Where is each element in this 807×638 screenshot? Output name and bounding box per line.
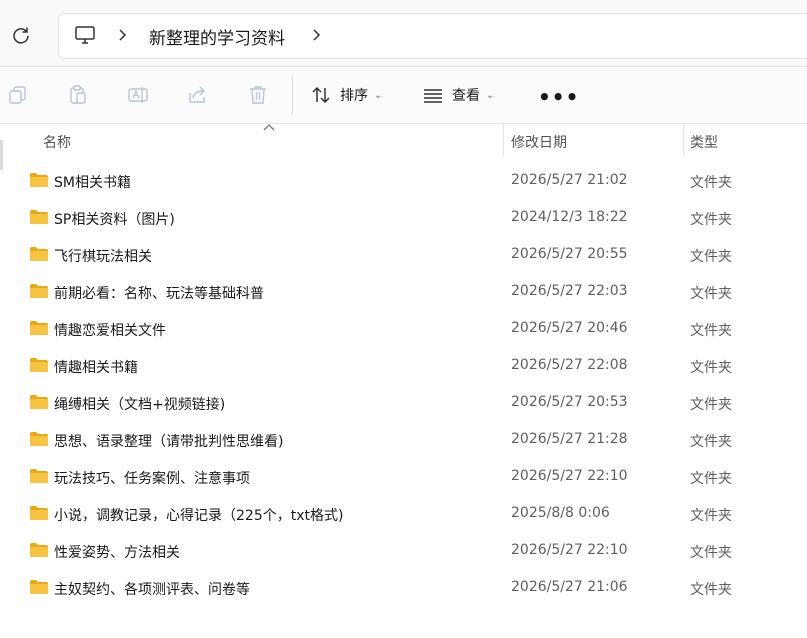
chevron-right-icon[interactable] — [117, 28, 129, 42]
delete-icon[interactable] — [247, 84, 269, 106]
file-name: 飞行棋玩法相关 — [54, 249, 152, 265]
this-pc-icon[interactable] — [74, 24, 96, 46]
date-modified: 2025/8/8 0:06 — [511, 505, 610, 521]
folder-icon — [30, 210, 48, 224]
file-name: 玩法技巧、任务案例、注意事项 — [54, 471, 250, 487]
list-item[interactable]: 思想、语录整理（请带批判性思维看) 2026/5/27 21:28 文件夹 — [0, 421, 807, 458]
date-modified: 2026/5/27 20:55 — [511, 246, 628, 262]
breadcrumb-folder[interactable]: 新整理的学习资料 — [149, 24, 285, 49]
folder-icon — [30, 395, 48, 409]
chevron-right-icon[interactable] — [311, 28, 323, 42]
view-list-icon — [424, 89, 442, 103]
date-modified: 2026/5/27 20:46 — [511, 320, 628, 336]
date-modified: 2026/5/27 22:03 — [511, 283, 628, 299]
file-name: 绳缚相关（文档+视频链接) — [54, 397, 226, 413]
file-type: 文件夹 — [690, 434, 732, 450]
column-date-modified[interactable]: 修改日期 — [511, 132, 567, 152]
list-item[interactable]: 性爱姿势、方法相关 2026/5/27 22:10 文件夹 — [0, 532, 807, 569]
folder-icon — [30, 173, 48, 187]
list-item[interactable]: 情趣相关书籍 2026/5/27 22:08 文件夹 — [0, 347, 807, 384]
file-type: 文件夹 — [690, 397, 732, 413]
date-modified: 2026/5/27 21:28 — [511, 431, 628, 447]
file-name: 性爱姿势、方法相关 — [54, 545, 180, 561]
folder-icon — [30, 469, 48, 483]
date-modified: 2026/5/27 22:10 — [511, 468, 628, 484]
file-name: 情趣恋爱相关文件 — [54, 323, 166, 339]
file-type: 文件夹 — [690, 360, 732, 376]
view-button[interactable]: 查看 ⌄ — [422, 79, 494, 111]
sort-ascending-icon — [263, 124, 275, 131]
column-type[interactable]: 类型 — [690, 132, 718, 152]
list-item[interactable]: 小说，调教记录，心得记录（225个，txt格式) 2025/8/8 0:06 文件夹 — [0, 495, 807, 532]
folder-icon — [30, 321, 48, 335]
sort-icon — [312, 86, 330, 104]
share-icon[interactable] — [187, 84, 209, 106]
list-item[interactable]: 玩法技巧、任务案例、注意事项 2026/5/27 22:10 文件夹 — [0, 458, 807, 495]
date-modified: 2026/5/27 21:06 — [511, 579, 628, 595]
column-divider[interactable] — [683, 124, 684, 156]
file-name: 思想、语录整理（请带批判性思维看) — [54, 434, 284, 450]
folder-icon — [30, 506, 48, 520]
file-type: 文件夹 — [690, 582, 732, 598]
file-name: SM相关书籍 — [54, 175, 131, 191]
folder-icon — [30, 543, 48, 557]
file-list: SM相关书籍 2026/5/27 21:02 文件夹 SP相关资料（图片) 2024/1… — [0, 162, 807, 606]
date-modified: 2026/5/27 21:02 — [511, 172, 628, 188]
file-type: 文件夹 — [690, 212, 732, 228]
sort-button[interactable]: 排序 ⌄ — [310, 79, 382, 111]
refresh-icon[interactable] — [11, 25, 31, 45]
toolbar-separator — [292, 75, 293, 115]
file-type: 文件夹 — [690, 175, 732, 191]
file-name: 小说，调教记录，心得记录（225个，txt格式) — [54, 508, 344, 524]
copy-icon[interactable] — [7, 84, 29, 106]
paste-icon[interactable] — [67, 84, 89, 106]
date-modified: 2026/5/27 20:53 — [511, 394, 628, 410]
file-type: 文件夹 — [690, 249, 732, 265]
folder-icon — [30, 358, 48, 372]
file-name: 前期必看：名称、玩法等基础科普 — [54, 286, 264, 302]
list-item[interactable]: 情趣恋爱相关文件 2026/5/27 20:46 文件夹 — [0, 310, 807, 347]
file-type: 文件夹 — [690, 545, 732, 561]
folder-icon — [30, 284, 48, 298]
command-bar: 排序 ⌄ 查看 ⌄ ••• — [0, 67, 807, 124]
file-name: SP相关资料（图片) — [54, 212, 175, 228]
column-header-row: 名称 修改日期 类型 — [0, 124, 807, 156]
date-modified: 2026/5/27 22:10 — [511, 542, 628, 558]
rename-icon[interactable] — [127, 84, 149, 106]
more-options-icon[interactable]: ••• — [538, 85, 579, 109]
file-name: 情趣相关书籍 — [54, 360, 138, 376]
folder-icon — [30, 580, 48, 594]
folder-icon — [30, 432, 48, 446]
chevron-down-icon: ⌄ — [374, 89, 383, 101]
file-type: 文件夹 — [690, 471, 732, 487]
file-name: 主奴契约、各项测评表、问卷等 — [54, 582, 250, 598]
sort-label: 排序 — [340, 88, 368, 104]
list-item[interactable]: 飞行棋玩法相关 2026/5/27 20:55 文件夹 — [0, 236, 807, 273]
address-bar-region: 新整理的学习资料 — [0, 0, 807, 67]
file-type: 文件夹 — [690, 508, 732, 524]
column-name[interactable]: 名称 — [43, 132, 71, 152]
chevron-down-icon: ⌄ — [486, 89, 495, 101]
view-label: 查看 — [452, 88, 480, 104]
file-type: 文件夹 — [690, 323, 732, 339]
list-item[interactable]: SP相关资料（图片) 2024/12/3 18:22 文件夹 — [0, 199, 807, 236]
list-item[interactable]: 绳缚相关（文档+视频链接) 2026/5/27 20:53 文件夹 — [0, 384, 807, 421]
folder-icon — [30, 247, 48, 261]
file-type: 文件夹 — [690, 286, 732, 302]
list-item[interactable]: 主奴契约、各项测评表、问卷等 2026/5/27 21:06 文件夹 — [0, 569, 807, 606]
date-modified: 2026/5/27 22:08 — [511, 357, 628, 373]
column-divider[interactable] — [503, 124, 504, 156]
list-item[interactable]: SM相关书籍 2026/5/27 21:02 文件夹 — [0, 162, 807, 199]
list-item[interactable]: 前期必看：名称、玩法等基础科普 2026/5/27 22:03 文件夹 — [0, 273, 807, 310]
date-modified: 2024/12/3 18:22 — [511, 209, 628, 225]
